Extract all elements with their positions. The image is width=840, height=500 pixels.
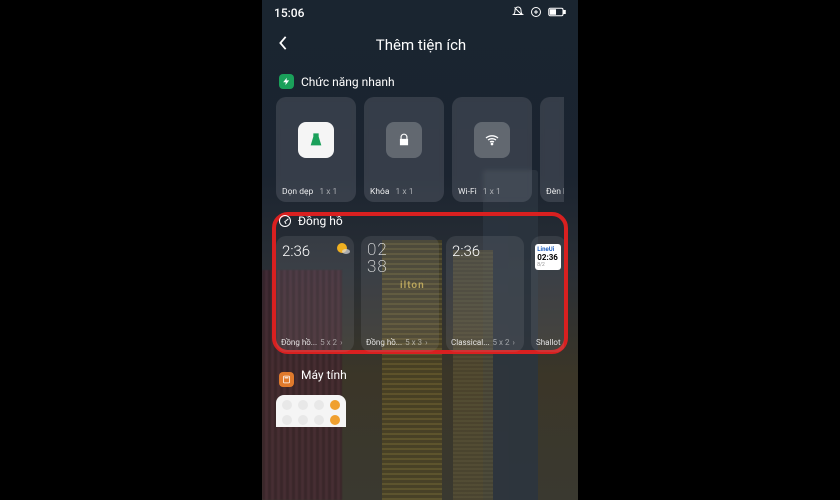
clock-time: 2:36: [282, 242, 310, 260]
calculator-icon: [279, 372, 294, 387]
widget-card-lock[interactable]: Khóa 1 x 1: [364, 97, 444, 202]
card-label: Classical... 5 x 2 ›: [446, 334, 524, 352]
status-bar: 15:06: [262, 0, 578, 22]
widget-card-flashlight[interactable]: Đèn Pin: [540, 97, 564, 202]
page-title: Thêm tiện ích: [264, 36, 578, 54]
battery-saver-icon: [530, 6, 542, 21]
widget-card-clock1[interactable]: 2:36 Đồng hồ... 5 x 2 ›: [276, 236, 354, 352]
status-icons: [512, 6, 566, 21]
lineui-preview: LineUi 02:36 8/2: [535, 244, 561, 270]
section-header-calculator: Máy tính: [276, 362, 564, 387]
widget-card-cleanup[interactable]: Dọn dẹp 1 x 1: [276, 97, 356, 202]
card-preview: [276, 97, 356, 183]
widget-card-calculator[interactable]: [276, 395, 346, 427]
widget-card-wifi[interactable]: Wi-Fi 1 x 1: [452, 97, 532, 202]
weather-icon: [337, 243, 347, 253]
card-label: Đồng hồ... 5 x 2 ›: [276, 334, 354, 352]
section-title: Đồng hồ: [298, 214, 343, 228]
dnd-icon: [512, 6, 524, 21]
clock-icon: [279, 215, 291, 227]
quick-row: Dọn dẹp 1 x 1 Khóa 1 x 1: [276, 97, 564, 202]
phone-screen: ilton 15:06 Thêm tiện ích Chức năng nha: [262, 0, 578, 500]
card-preview: [540, 97, 564, 183]
section-title: Máy tính: [301, 368, 347, 382]
cleanup-icon: [298, 122, 334, 158]
chevron-right-icon: ›: [425, 338, 427, 347]
card-preview: [452, 97, 532, 183]
widget-card-clock4[interactable]: LineUi 02:36 8/2 Shallot: [531, 236, 564, 352]
card-preview: 02 38: [361, 236, 439, 334]
wifi-icon: [474, 122, 510, 158]
widget-card-clock3[interactable]: 2:36 Classical... 5 x 2 ›: [446, 236, 524, 352]
card-label: Shallot: [531, 334, 564, 352]
section-header-clock: Đồng hồ: [276, 214, 564, 228]
card-label: Wi-Fi 1 x 1: [452, 183, 532, 202]
widget-card-clock2[interactable]: 02 38 Đồng hồ... 5 x 3 ›: [361, 236, 439, 352]
chevron-right-icon: ›: [512, 338, 514, 347]
section-header-quick: Chức năng nhanh: [276, 74, 564, 89]
card-label: Đồng hồ... 5 x 3 ›: [361, 334, 439, 352]
section-calculator: Máy tính: [276, 362, 564, 427]
card-preview: LineUi 02:36 8/2: [531, 236, 564, 334]
card-preview: 2:36: [276, 236, 354, 334]
chevron-right-icon: ›: [340, 338, 342, 347]
card-preview: [364, 97, 444, 183]
clock-time-line2: 38: [367, 259, 433, 276]
lock-icon: [386, 122, 422, 158]
card-label: Khóa 1 x 1: [364, 183, 444, 202]
bolt-icon: [279, 74, 294, 89]
section-title: Chức năng nhanh: [301, 75, 395, 89]
header: Thêm tiện ích: [262, 22, 578, 68]
status-time: 15:06: [274, 6, 304, 20]
card-preview: 2:36: [446, 236, 524, 334]
battery-icon: [548, 6, 566, 20]
clock-row: 2:36 Đồng hồ... 5 x 2 › 02 38: [276, 236, 564, 352]
section-clock: Đồng hồ 2:36 Đồng hồ... 5 x 2 ›: [276, 214, 564, 352]
card-label: Dọn dẹp 1 x 1: [276, 183, 356, 202]
clock-time: 2:36: [452, 242, 480, 260]
card-label: Đèn Pin: [540, 183, 564, 202]
